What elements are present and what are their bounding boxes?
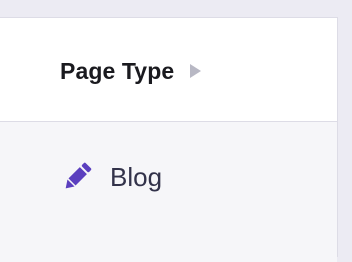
column-header-page-type[interactable]: Page Type	[60, 56, 202, 86]
row-label: Blog	[110, 162, 163, 192]
table-header-row: Page Type	[0, 18, 337, 122]
table-row[interactable]: Blog	[0, 122, 337, 262]
table-panel: Page Type Blog	[0, 17, 338, 262]
pencil-icon	[60, 160, 94, 194]
column-header-label: Page Type	[60, 58, 175, 84]
caret-right-icon[interactable]	[188, 63, 202, 79]
table-cell-page-type: Blog	[60, 160, 162, 194]
